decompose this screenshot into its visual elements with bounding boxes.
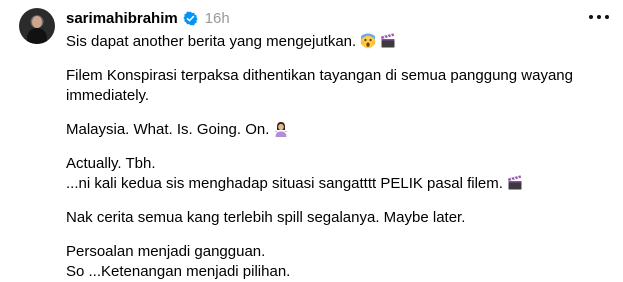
post-line: Sis dapat another berita yang mengejutka…: [66, 32, 606, 52]
post-timestamp[interactable]: 16h: [205, 10, 230, 27]
woman-shrugging-emoji: [274, 122, 289, 137]
more-dot: [605, 15, 609, 19]
more-dot: [597, 15, 601, 19]
post-header: sarimahibrahim 16h: [66, 9, 230, 27]
avatar-body: [27, 28, 47, 44]
post-line: Nak cerita semua kang terlebih spill seg…: [66, 208, 606, 228]
post-line-text: Persoalan menjadi gangguan.: [66, 243, 266, 260]
verified-badge-icon: [183, 11, 198, 25]
post-line: Actually. Tbh.: [66, 154, 606, 174]
more-options-icon[interactable]: [589, 8, 609, 26]
clapper-board-emoji: [381, 33, 395, 48]
post-line-text: Nak cerita semua kang terlebih spill seg…: [66, 209, 466, 226]
profile-avatar[interactable]: [19, 8, 55, 44]
post-line: So ...Ketenangan menjadi pilihan.: [66, 262, 606, 282]
post-line-text: So ...Ketenangan menjadi pilihan.: [66, 263, 291, 280]
post-line: Malaysia. What. Is. Going. On.: [66, 120, 606, 140]
post-body: Sis dapat another berita yang mengejutka…: [66, 32, 606, 282]
avatar-face: [32, 16, 42, 28]
post-line: immediately.: [66, 86, 606, 106]
thread-post: sarimahibrahim 16h Sis dapat another ber…: [0, 0, 623, 280]
post-line-text: Actually. Tbh.: [66, 155, 156, 172]
screaming-face-emoji: [360, 33, 376, 49]
post-line: Filem Konspirasi terpaksa dithentikan ta…: [66, 66, 606, 86]
post-line-text: Malaysia. What. Is. Going. On.: [66, 121, 270, 138]
post-line-text: immediately.: [66, 87, 150, 104]
more-dot: [589, 15, 593, 19]
clapper-board-emoji: [507, 175, 522, 190]
post-line-text: ...ni kali kedua sis menghadap situasi s…: [66, 175, 503, 192]
post-line-text: Sis dapat another berita yang mengejutka…: [66, 33, 357, 50]
post-line: ...ni kali kedua sis menghadap situasi s…: [66, 174, 606, 194]
post-line-text: Filem Konspirasi terpaksa dithentikan ta…: [66, 67, 573, 84]
username[interactable]: sarimahibrahim: [66, 10, 178, 27]
post-line: Persoalan menjadi gangguan.: [66, 242, 606, 262]
